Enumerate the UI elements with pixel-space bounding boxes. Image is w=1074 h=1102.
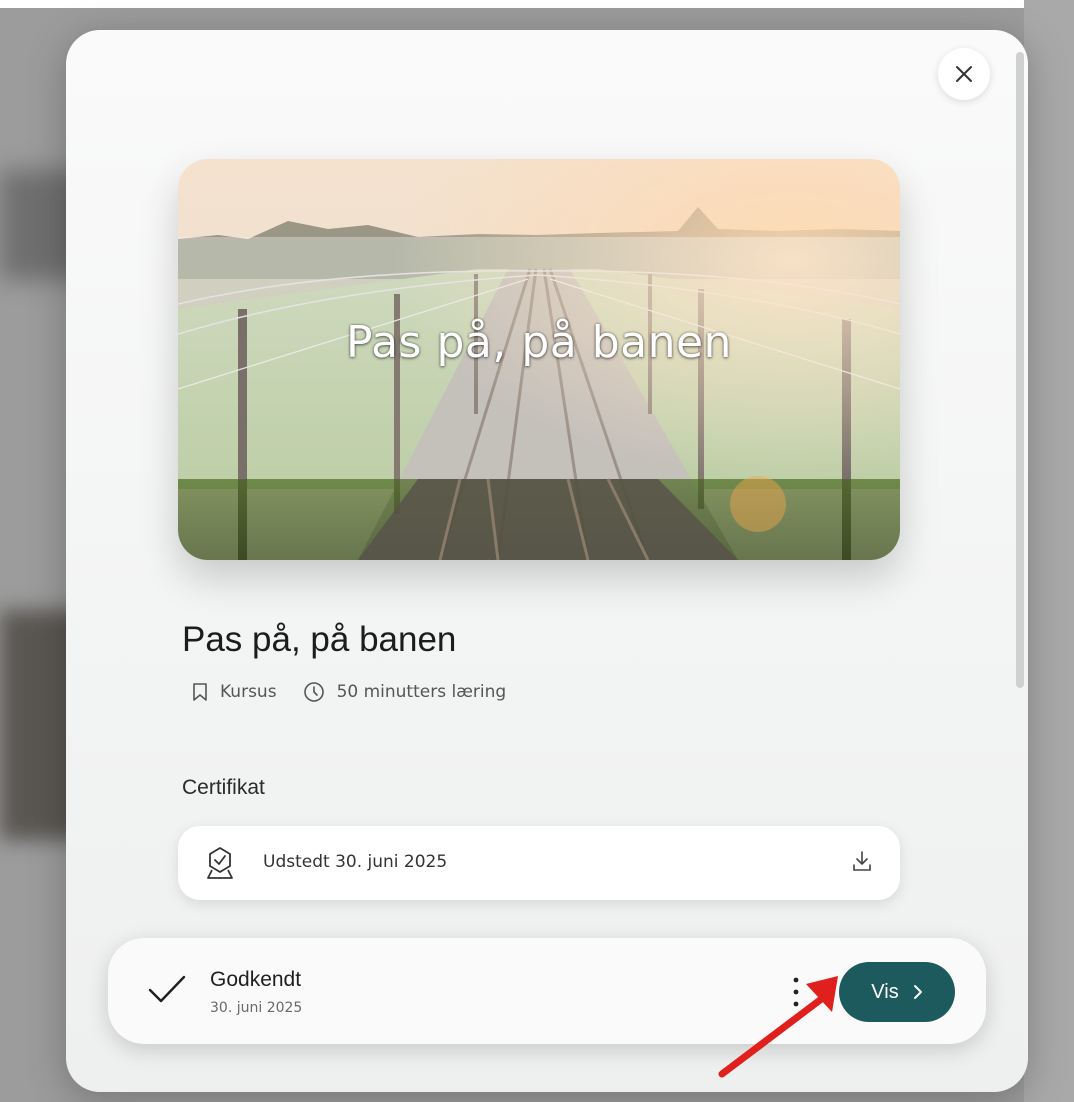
close-button[interactable] (938, 48, 990, 100)
course-type-label: Kursus (220, 682, 277, 702)
clock-icon (303, 682, 324, 702)
background-blur-right (1024, 0, 1074, 1102)
background-top-strip (0, 0, 1074, 8)
badge-check-icon (207, 847, 233, 879)
status-date: 30. juni 2025 (210, 1000, 303, 1016)
course-type: Kursus (192, 682, 277, 702)
checkmark-icon (148, 975, 186, 1003)
chevron-right-icon (913, 985, 922, 999)
course-hero-image: Pas på, på banen (178, 159, 900, 560)
course-modal: Pas på, på banen Pas på, på banen Kursus… (66, 30, 1028, 1092)
view-button[interactable]: Vis (839, 962, 955, 1022)
view-button-label: Vis (871, 980, 899, 1003)
certificate-section-title: Certifikat (182, 776, 265, 799)
course-duration: 50 minutters læring (303, 681, 507, 703)
modal-scrollbar[interactable] (1016, 52, 1024, 688)
close-icon (956, 66, 972, 82)
completion-status-bar: Godkendt 30. juni 2025 Vis (108, 938, 986, 1044)
course-title: Pas på, på banen (182, 620, 457, 659)
course-meta: Kursus 50 minutters læring (192, 681, 506, 703)
certificate-card[interactable]: Udstedt 30. juni 2025 (178, 826, 900, 900)
status-label: Godkendt (210, 968, 302, 991)
hero-title: Pas på, på banen (346, 317, 732, 368)
certificate-issued-label: Udstedt 30. juni 2025 (263, 852, 448, 872)
annotation-arrow (718, 976, 838, 1078)
bookmark-icon (193, 683, 207, 701)
download-icon[interactable] (852, 850, 872, 872)
course-duration-label: 50 minutters læring (336, 682, 507, 702)
